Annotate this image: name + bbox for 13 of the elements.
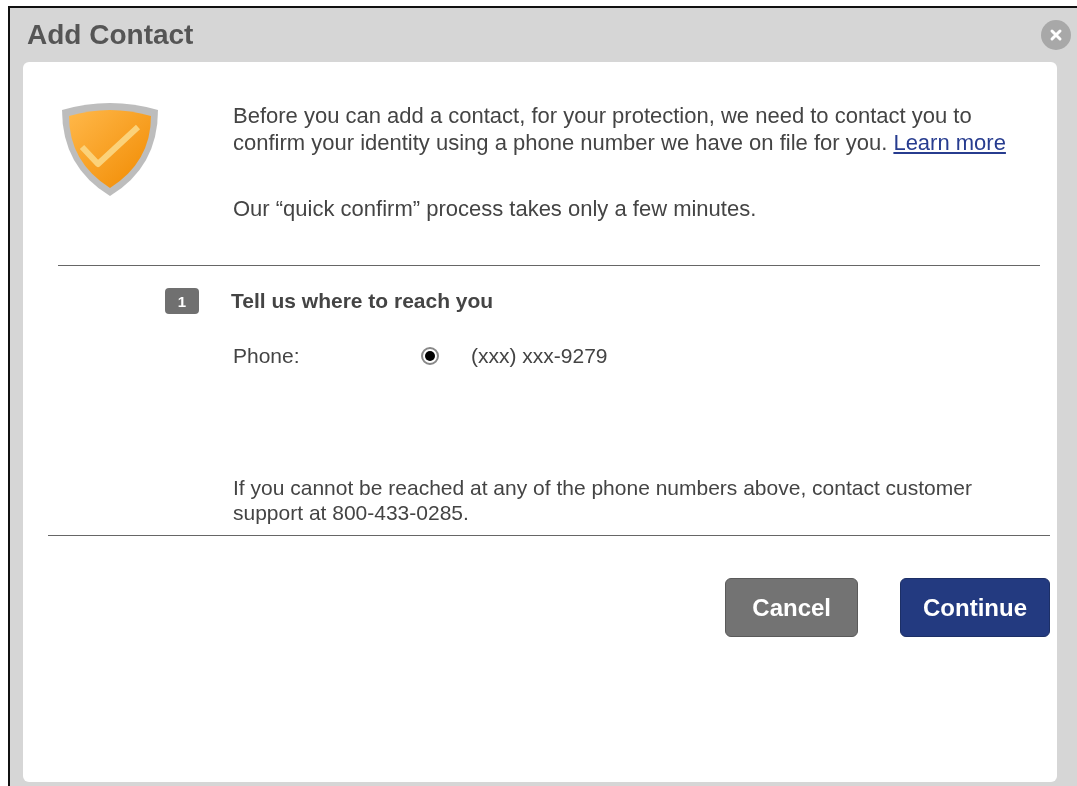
cancel-button[interactable]: Cancel [725, 578, 858, 637]
close-icon [1049, 28, 1063, 42]
dialog-title: Add Contact [27, 19, 194, 51]
step-heading: Tell us where to reach you [231, 289, 494, 313]
continue-button[interactable]: Continue [900, 578, 1050, 637]
phone-label: Phone: [233, 344, 301, 368]
note-text: Our “quick confirm” process takes only a few minutes. [233, 196, 758, 222]
step-number: 1 [165, 288, 199, 314]
phone-option: (xxx) xxx-9279 [471, 344, 608, 368]
support-notice: If you cannot be reached at any of the phone numbers above, contact customer support at 800-433-0285. [233, 475, 973, 525]
radio-button[interactable] [421, 347, 439, 365]
intro-paragraph: Before you can add a contact, for your protection, we need to contact you to confirm your identity using a phone number we have on file for you. Learn more [233, 102, 1007, 156]
learn-more-link[interactable]: Learn more [893, 130, 1006, 155]
